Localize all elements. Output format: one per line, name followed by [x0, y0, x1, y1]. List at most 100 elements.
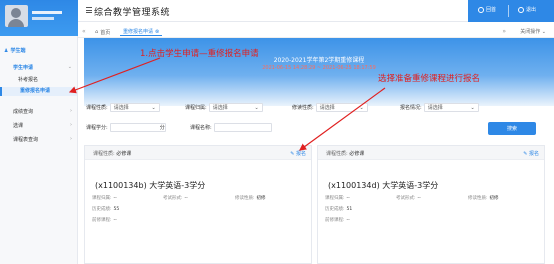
filter-label: 课程性质: [86, 105, 108, 111]
course-name-input[interactable] [213, 123, 272, 132]
tab-home[interactable]: ⌂ 首页 [92, 28, 113, 36]
course-card: 课程性质: 必修课 ✎ 报名 (x1100134b) 大学英语-3学分 课程归属… [84, 145, 312, 264]
home-icon: ⌂ [95, 29, 99, 35]
select-value: 请选择 [319, 105, 335, 111]
kv-value: 初修 [256, 196, 266, 201]
study-nature-select[interactable]: 请选择 ⌄ [315, 103, 368, 112]
nature-label: 课程性质: [326, 151, 348, 157]
filter-label: 报名情况: [400, 105, 422, 111]
chevron-right-icon: › [70, 136, 72, 142]
exam-form: 考试形式: -- [396, 195, 421, 201]
study-nature: 修读性质: 初修 [468, 195, 499, 201]
course-score-input[interactable] [109, 123, 166, 132]
tab-scroll-left-icon[interactable]: « [82, 28, 86, 35]
card-header: 课程性质: 必修课 ✎ 报名 [85, 146, 311, 160]
close-operations-dropdown[interactable]: 关闭操作 ⌄ [520, 28, 546, 35]
sidebar-item-student[interactable]: ♟ 学生端 [4, 47, 26, 55]
close-ops-label: 关闭操作 [520, 29, 541, 35]
chevron-right-icon: › [70, 122, 72, 128]
user-name-redacted [32, 11, 62, 14]
annotation-step-1: 1.点击学生申请—重修报名申请 [140, 49, 259, 59]
filter-label: 课程学分: [86, 125, 108, 131]
kv-label: 前修课程: [92, 218, 112, 223]
history-score: 历史成绩: 55 [92, 206, 119, 212]
close-icon[interactable]: ⊗ [155, 29, 159, 35]
apply-label: 报名 [528, 151, 539, 157]
select-value: 请选择 [212, 105, 228, 111]
course-nature: 课程性质: 必修课 [93, 150, 131, 157]
menu-toggle-icon[interactable] [86, 7, 92, 13]
sidebar-item-timetable[interactable]: 课程表查询 [13, 136, 38, 143]
filter-signup-status: 报名情况: 请选择 ⌄ [400, 103, 479, 112]
kv-label: 课程归属: [92, 196, 112, 201]
kv-label: 历史成绩: [325, 207, 345, 212]
user-id-redacted [32, 17, 54, 20]
course-belong-select[interactable]: 请选择 ⌄ [208, 103, 263, 112]
kv-label: 考试形式: [396, 196, 416, 201]
exam-form: 考试形式: -- [163, 195, 188, 201]
filter-course-name: 课程名称: [190, 123, 272, 132]
score-unit: 分 [159, 125, 165, 131]
apply-button[interactable]: ✎ 报名 [290, 150, 306, 157]
chevron-down-icon: ⌄ [67, 64, 72, 70]
annotation-step-2: 选择准备重修课程进行报名 [378, 74, 481, 84]
top-header: 综合教学管理系统 回首 退出 [0, 0, 554, 22]
kv-value: -- [417, 196, 421, 201]
user-panel [0, 0, 78, 36]
prerequisite: 前修课程: -- [92, 217, 117, 223]
system-title: 综合教学管理系统 [94, 8, 171, 18]
user-icon: ♟ [4, 47, 9, 54]
tab-retake-apply[interactable]: 重修报名申请 ⊗ [120, 28, 163, 36]
kv-value: 55 [113, 207, 120, 212]
kv-label: 考试形式: [163, 196, 183, 201]
sidebar-item-label: 选课 [13, 123, 24, 129]
nature-label: 课程性质: [93, 151, 115, 157]
logout-button[interactable]: 退出 [518, 6, 536, 13]
card-header: 课程性质: 必修课 ✎ 报名 [318, 146, 544, 160]
avatar[interactable] [5, 5, 28, 27]
history-score: 历史成绩: 51 [325, 206, 352, 212]
sidebar-item-label: 课程表查询 [13, 137, 39, 143]
kv-value: -- [184, 196, 188, 201]
kv-label: 修读性质: [468, 196, 488, 201]
sidebar-item-student-apply[interactable]: 学生申请 [13, 64, 33, 71]
chevron-down-icon: ⌄ [151, 104, 156, 111]
sidebar-item-course-select[interactable]: 选课 [13, 122, 23, 129]
kv-value: -- [113, 196, 117, 201]
sidebar-item-grade-query[interactable]: 成绩查询 [13, 108, 33, 115]
sidebar-item-label: 学生端 [10, 48, 26, 54]
filter-course-belong: 课程归属: 请选择 ⌄ [185, 103, 263, 112]
select-value: 请选择 [427, 105, 443, 111]
search-button[interactable]: 搜索 [488, 122, 536, 135]
sidebar-item-make-up-exam[interactable]: 补考报名 [18, 76, 38, 83]
power-icon [518, 6, 524, 13]
filter-label: 课程名称: [190, 125, 212, 131]
tab-scroll-right-icon[interactable]: » [502, 28, 506, 35]
apply-label: 报名 [295, 151, 306, 157]
sidebar-item-label: 学生申请 [13, 65, 34, 71]
kv-value: -- [113, 218, 117, 223]
filter-course-nature: 课程性质: 请选择 ⌄ [86, 103, 160, 112]
banner-date-range: 2021-06-15 14:28:29 ~ 2021-06-25 18:17:5… [262, 65, 376, 71]
logout-label: 退出 [526, 7, 537, 13]
kv-label: 课程归属: [325, 196, 345, 201]
sidebar-item-retake-apply[interactable]: 重修报名申请 [0, 87, 77, 96]
apply-button[interactable]: ✎ 报名 [523, 150, 539, 157]
nature-value: 必修课 [349, 151, 365, 157]
kv-value: -- [346, 196, 350, 201]
course-card: 课程性质: 必修课 ✎ 报名 (x1100134d) 大学英语-3学分 课程归属… [317, 145, 545, 264]
chevron-down-icon: ⌄ [470, 104, 475, 111]
chevron-down-icon: ⌄ [359, 104, 364, 111]
chevron-down-icon: ⌄ [254, 104, 259, 111]
signup-status-select[interactable]: 请选择 ⌄ [423, 103, 479, 112]
tab-label: 重修报名申请 [123, 29, 154, 35]
sidebar: ♟ 学生端 学生申请 ⌄ 补考报名 重修报名申请 成绩查询 › 选课 › 课程表… [0, 36, 78, 264]
chevron-right-icon: › [70, 108, 72, 114]
home-button[interactable]: 回首 [478, 6, 496, 13]
course-nature-select[interactable]: 请选择 ⌄ [109, 103, 160, 112]
kv-label: 前修课程: [325, 218, 345, 223]
kv-value: -- [346, 218, 350, 223]
course-title: (x1100134d) 大学英语-3学分 [328, 181, 439, 190]
course-title: (x1100134b) 大学英语-3学分 [95, 181, 206, 190]
course-belong: 课程归属: -- [325, 195, 350, 201]
